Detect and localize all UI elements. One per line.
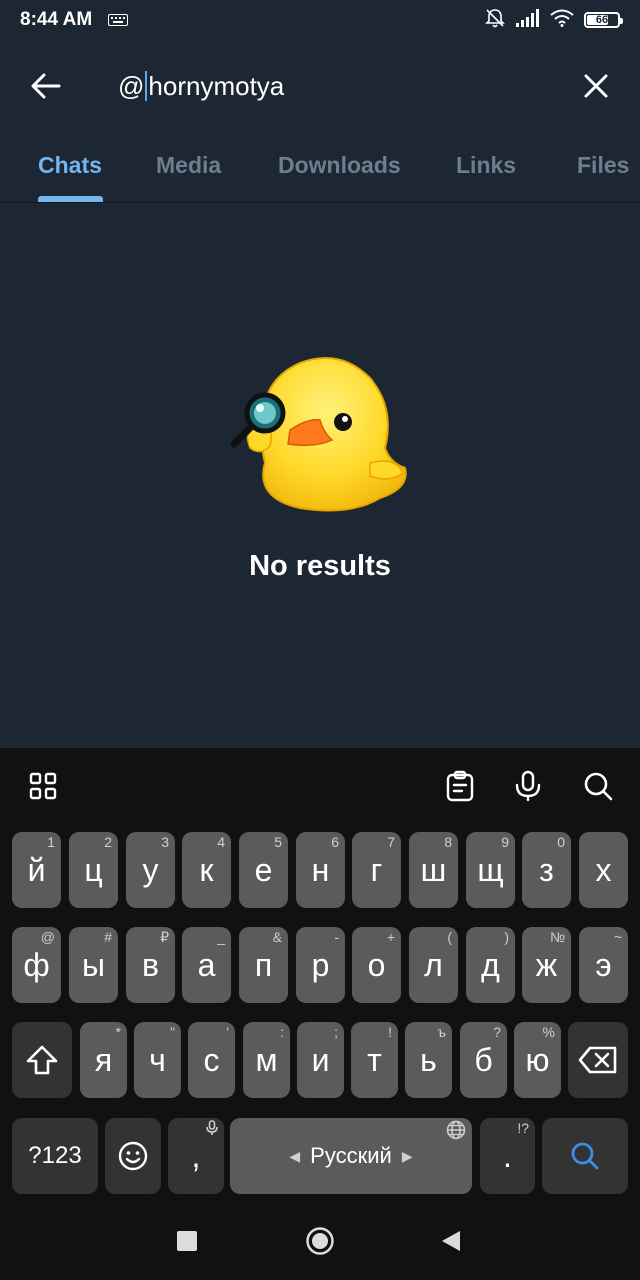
apps-grid-button[interactable]	[23, 766, 63, 806]
key-о[interactable]: + о	[352, 927, 401, 1003]
keyboard-search-button[interactable]	[578, 766, 618, 806]
muted-bell-icon	[484, 7, 506, 34]
status-icons: 66	[484, 7, 623, 34]
key-и[interactable]: ; и	[297, 1022, 344, 1098]
search-text-prefix: @	[118, 70, 145, 101]
space-language-label: Русский	[310, 1143, 392, 1168]
battery-icon: 66	[584, 12, 623, 28]
key-к[interactable]: 4к	[182, 832, 231, 908]
key-ю[interactable]: % ю	[514, 1022, 561, 1098]
mic-small-icon	[206, 1120, 218, 1139]
close-icon	[584, 74, 608, 98]
status-time: 8:44 AM	[20, 9, 93, 30]
key-щ[interactable]: 9щ	[466, 832, 515, 908]
key-а[interactable]: _ а	[182, 927, 231, 1003]
emoji-smiley-icon	[118, 1141, 148, 1171]
key-у[interactable]: 3у	[126, 832, 175, 908]
triangle-back-icon	[442, 1231, 460, 1251]
search-input[interactable]: @ hornymotya	[118, 66, 558, 106]
key-ф[interactable]: @ ф	[12, 927, 61, 1003]
home-button[interactable]	[305, 1226, 335, 1256]
clipboard-button[interactable]	[440, 766, 480, 806]
shift-key[interactable]	[12, 1022, 72, 1098]
key-э[interactable]: ~ э	[579, 927, 628, 1003]
key-я[interactable]: * я	[80, 1022, 127, 1098]
key-с[interactable]: ' с	[188, 1022, 235, 1098]
key-д[interactable]: ) д	[466, 927, 515, 1003]
tab-links[interactable]: Links	[456, 152, 516, 179]
voice-input-button[interactable]	[508, 766, 548, 806]
tab-media[interactable]: Media	[156, 152, 221, 179]
comma-key[interactable]: ,	[168, 1118, 224, 1194]
search-icon	[584, 772, 613, 801]
emoji-key[interactable]	[105, 1118, 161, 1194]
backspace-key[interactable]	[568, 1022, 628, 1098]
system-navigation-bar	[0, 1200, 640, 1280]
key-е[interactable]: 5е	[239, 832, 288, 908]
key-х[interactable]: х	[579, 832, 628, 908]
signal-icon	[516, 8, 540, 32]
space-left-arrow-icon: ◀	[289, 1147, 301, 1164]
no-results-text: No results	[249, 550, 391, 582]
key-р[interactable]: -р	[296, 927, 345, 1003]
recents-button[interactable]	[177, 1231, 197, 1251]
key-б[interactable]: ? б	[460, 1022, 507, 1098]
key-й[interactable]: 1й	[12, 832, 61, 908]
clipboard-icon	[446, 770, 474, 802]
search-action-key[interactable]	[542, 1118, 628, 1194]
tab-downloads[interactable]: Downloads	[278, 152, 401, 179]
keyboard: 1й 2ц 3у 4к 5е 6н 7г 8ш 9щ 0з х @ ф # ы ₽ в…	[0, 748, 640, 1280]
search-text: hornymotya	[148, 70, 285, 101]
key-н[interactable]: 6н	[296, 832, 345, 908]
key-т[interactable]: ! т	[351, 1022, 398, 1098]
back-button[interactable]	[22, 62, 70, 110]
globe-icon	[446, 1120, 466, 1143]
key-л[interactable]: (л	[409, 927, 458, 1003]
key-з[interactable]: 0з	[522, 832, 571, 908]
key-в[interactable]: ₽ в	[126, 927, 175, 1003]
empty-state: No results	[0, 203, 640, 748]
text-cursor	[145, 71, 148, 101]
key-ц[interactable]: 2ц	[69, 832, 118, 908]
search-tabs: Chats Media Downloads Links Files	[0, 132, 640, 203]
search-header: @ hornymotya	[0, 40, 640, 132]
key-ы[interactable]: # ы	[69, 927, 118, 1003]
back-nav-button[interactable]	[440, 1230, 462, 1252]
key-ч[interactable]: " ч	[134, 1022, 181, 1098]
microphone-icon	[515, 770, 541, 802]
wifi-icon	[550, 9, 574, 32]
space-right-arrow-icon: ▶	[401, 1147, 413, 1164]
tab-files[interactable]: Files	[577, 152, 629, 179]
tab-chats[interactable]: Chats	[38, 152, 102, 179]
key-ш[interactable]: 8ш	[409, 832, 458, 908]
clear-search-button[interactable]	[572, 62, 620, 110]
search-icon	[571, 1142, 599, 1170]
period-key[interactable]: !?.	[480, 1118, 535, 1194]
duck-magnifier-sticker	[230, 357, 407, 512]
backspace-icon	[578, 1046, 617, 1074]
keyboard-status-icon	[108, 13, 128, 31]
symbols-key[interactable]: ?123	[12, 1118, 98, 1194]
arrow-left-icon	[31, 73, 61, 99]
home-circle-icon	[306, 1227, 334, 1255]
key-п[interactable]: & п	[239, 927, 288, 1003]
space-bar[interactable]: ◀ Русский ▶	[230, 1118, 472, 1194]
key-м[interactable]: :м	[243, 1022, 290, 1098]
active-tab-indicator	[38, 196, 103, 202]
keyboard-toolbar	[0, 748, 640, 822]
grid-icon	[29, 772, 57, 800]
key-г[interactable]: 7г	[352, 832, 401, 908]
battery-level: 66	[595, 14, 609, 26]
key-ь[interactable]: ъь	[405, 1022, 452, 1098]
key-ж[interactable]: № ж	[522, 927, 571, 1003]
shift-arrow-icon	[26, 1045, 58, 1075]
status-bar: 8:44 AM 66	[0, 0, 640, 40]
